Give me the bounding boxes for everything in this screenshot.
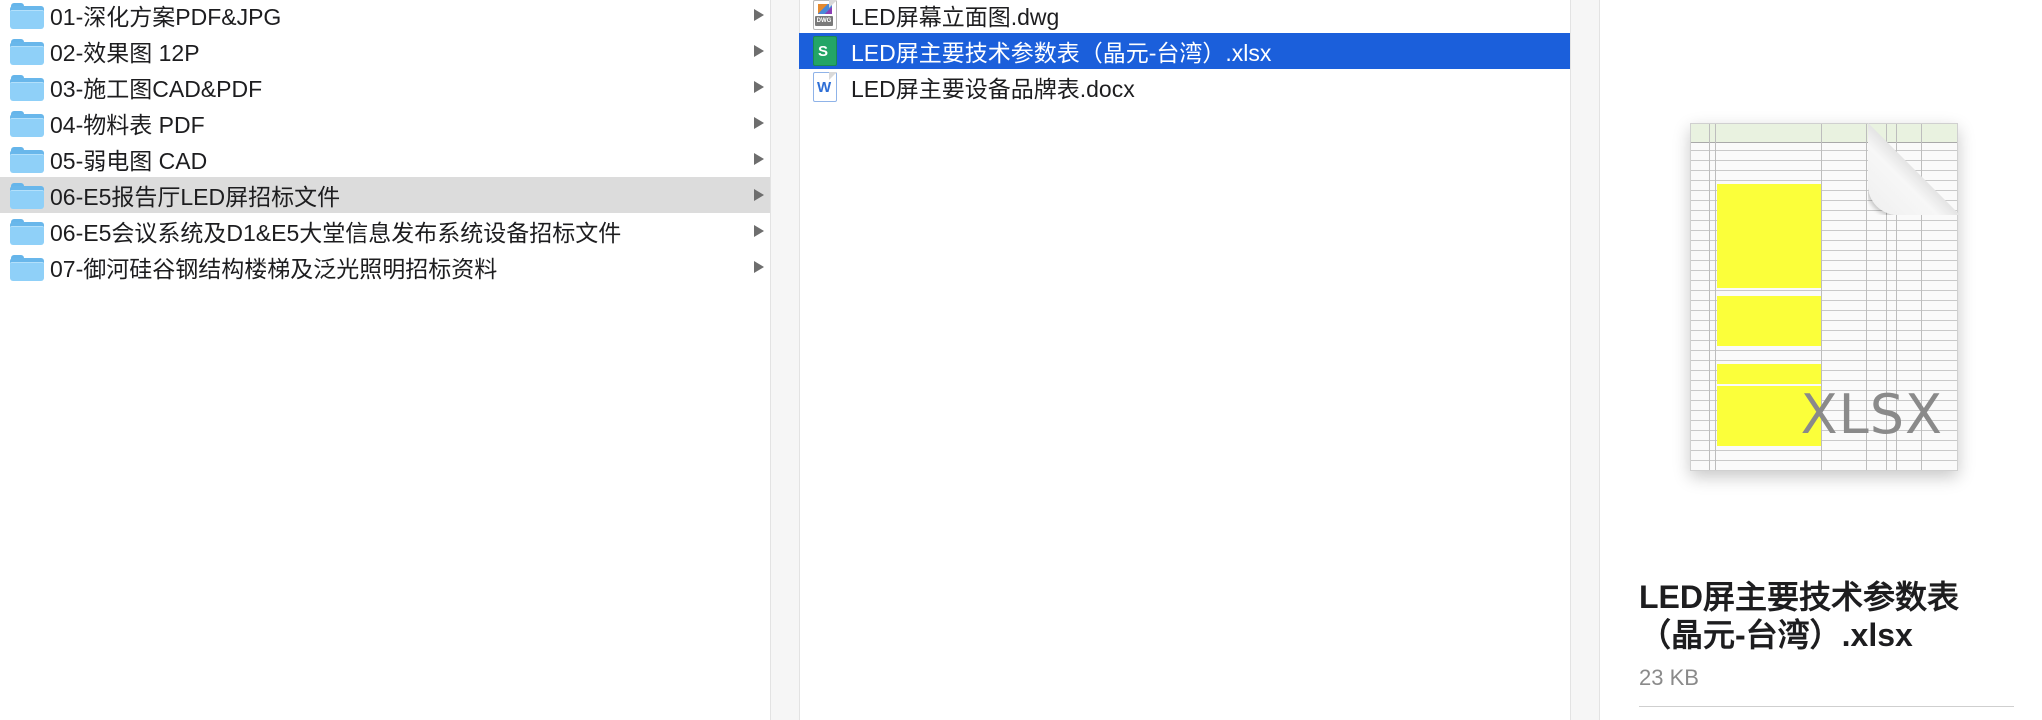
file-extension-label: XLSX [1800, 383, 1943, 446]
file-label: LED屏幕立面图.dwg [851, 4, 1060, 30]
column-divider[interactable] [1570, 0, 1600, 720]
folder-column: 01-深化方案PDF&JPG 02-效果图 12P 03-施工图CAD&PDF … [0, 0, 770, 720]
folder-row[interactable]: 05-弱电图 CAD [0, 141, 770, 177]
chevron-right-icon [754, 153, 764, 165]
folder-icon [10, 38, 44, 65]
folder-icon [10, 74, 44, 101]
chevron-right-icon [754, 45, 764, 57]
folder-label: 05-弱电图 CAD [50, 148, 208, 174]
chevron-right-icon [754, 189, 764, 201]
docx-file-icon: W [813, 72, 837, 102]
folder-icon [10, 182, 44, 209]
folder-label: 07-御河硅谷钢结构楼梯及泛光照明招标资料 [50, 256, 498, 282]
chevron-right-icon [754, 225, 764, 237]
chevron-right-icon [754, 261, 764, 273]
folder-icon [10, 254, 44, 281]
file-label: LED屏主要设备品牌表.docx [851, 76, 1135, 102]
folder-row[interactable]: 02-效果图 12P [0, 33, 770, 69]
folder-row-open[interactable]: 06-E5报告厅LED屏招标文件 [0, 177, 770, 213]
folder-row[interactable]: 07-御河硅谷钢结构楼梯及泛光照明招标资料 [0, 249, 770, 285]
preview-divider [1639, 706, 2014, 707]
chevron-right-icon [754, 81, 764, 93]
folder-label: 06-E5报告厅LED屏招标文件 [50, 184, 341, 210]
file-row[interactable]: DWG LED屏幕立面图.dwg [799, 0, 1570, 33]
file-row-selected[interactable]: S LED屏主要技术参数表（晶元-台湾）.xlsx [799, 33, 1570, 69]
folder-icon [10, 218, 44, 245]
xlsx-file-icon: S [813, 36, 837, 66]
file-row[interactable]: W LED屏主要设备品牌表.docx [799, 69, 1570, 105]
file-column: DWG LED屏幕立面图.dwg S LED屏主要技术参数表（晶元-台湾）.xl… [799, 0, 1570, 720]
folder-row[interactable]: 04-物料表 PDF [0, 105, 770, 141]
folder-icon [10, 146, 44, 173]
preview-file-name: LED屏主要技术参数表（晶元-台湾）.xlsx [1639, 579, 1960, 653]
folder-row[interactable]: 03-施工图CAD&PDF [0, 69, 770, 105]
folder-label: 03-施工图CAD&PDF [50, 76, 263, 102]
preview-file-size: 23 KB [1639, 665, 1699, 690]
folder-icon [10, 2, 44, 29]
folder-row[interactable]: 01-深化方案PDF&JPG [0, 0, 770, 33]
folder-label: 02-效果图 12P [50, 40, 200, 66]
chevron-right-icon [754, 9, 764, 21]
file-label: LED屏主要技术参数表（晶元-台湾）.xlsx [851, 40, 1272, 66]
preview-pane: XLSX LED屏主要技术参数表（晶元-台湾）.xlsx 23 KB [1599, 0, 2042, 720]
folder-label: 04-物料表 PDF [50, 112, 205, 138]
file-thumbnail[interactable]: XLSX [1690, 123, 1960, 473]
folder-label: 06-E5会议系统及D1&E5大堂信息发布系统设备招标文件 [50, 220, 622, 246]
chevron-right-icon [754, 117, 764, 129]
dwg-file-icon: DWG [813, 0, 837, 30]
folder-row[interactable]: 06-E5会议系统及D1&E5大堂信息发布系统设备招标文件 [0, 213, 770, 249]
folder-icon [10, 110, 44, 137]
column-divider[interactable] [770, 0, 800, 720]
folder-label: 01-深化方案PDF&JPG [50, 4, 282, 30]
